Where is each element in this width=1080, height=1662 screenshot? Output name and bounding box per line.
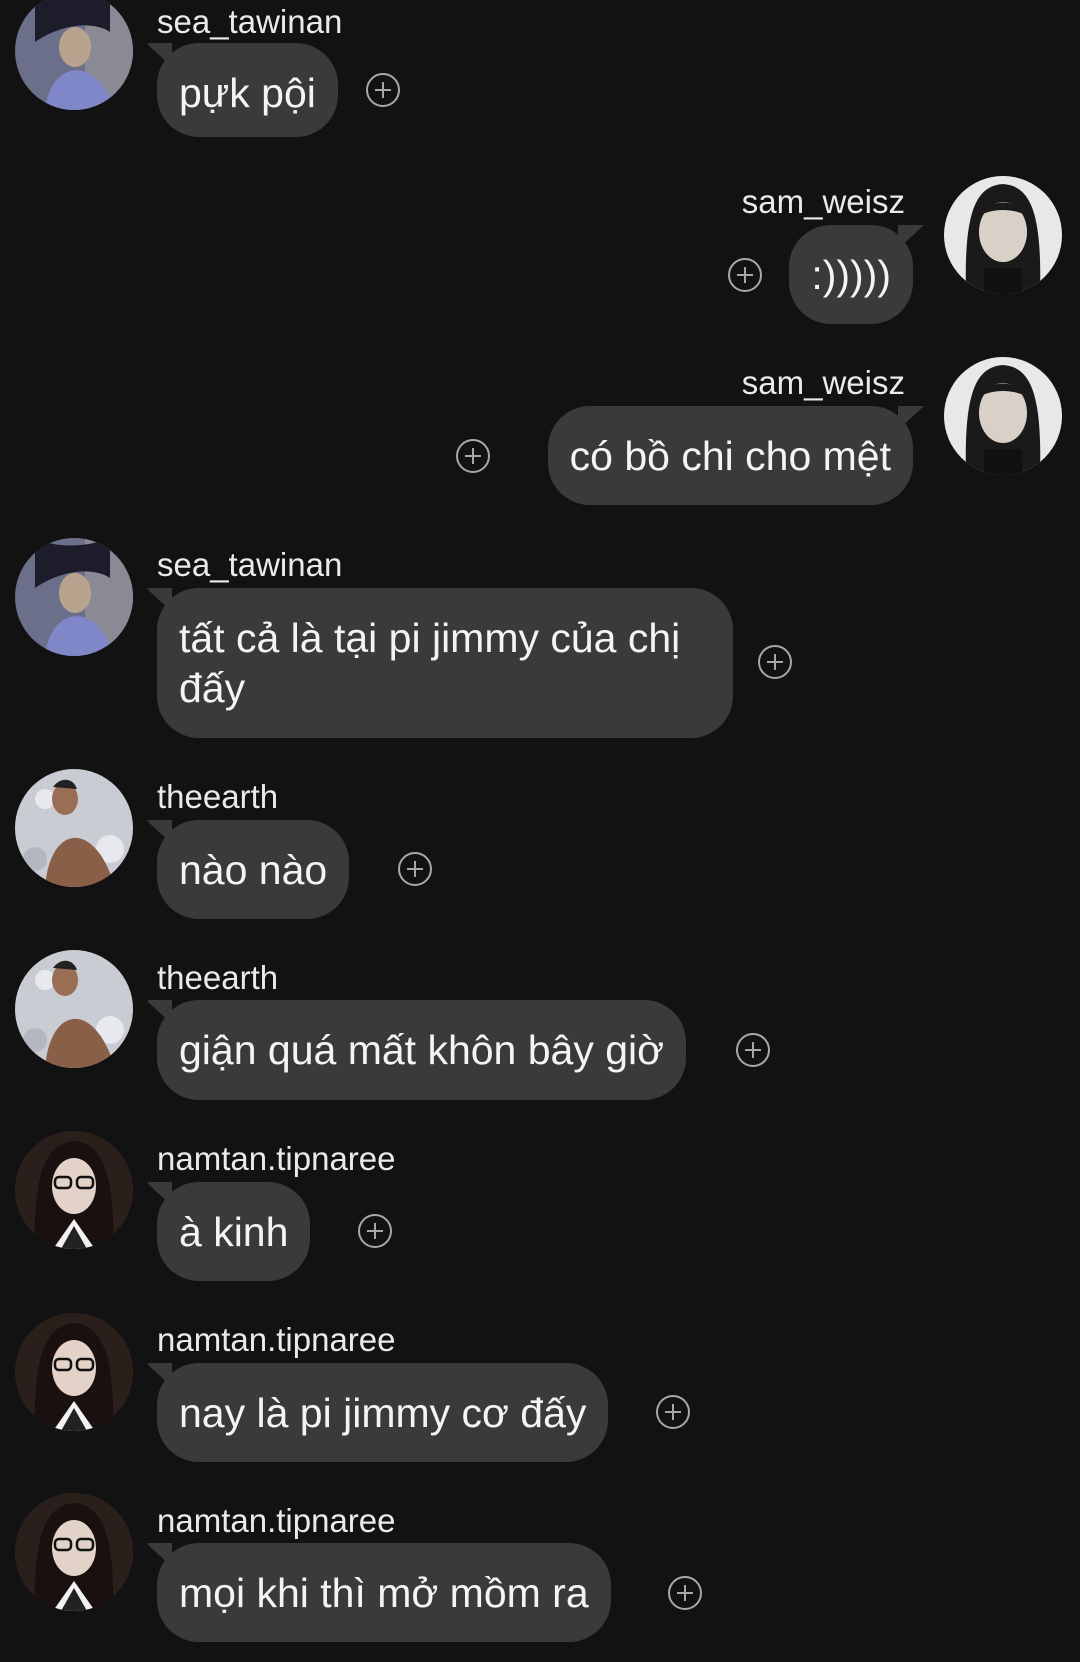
avatar[interactable] [15,1493,133,1611]
avatar-theearth-image [15,769,133,887]
avatar-sam-image [944,176,1062,294]
avatar-theearth-image [15,950,133,1068]
message-bubble[interactable]: à kinh [157,1182,311,1281]
message-bubble[interactable]: pựk pội [157,43,338,137]
avatar-namtan-image [15,1313,133,1431]
avatar[interactable] [15,769,133,887]
avatar[interactable] [944,357,1062,475]
message-bubble[interactable]: giận quá mất khôn bây giờ [157,1000,687,1100]
message-bubble[interactable]: nào nào [157,820,350,919]
avatar[interactable] [15,1313,133,1431]
avatar[interactable] [15,538,133,656]
avatar[interactable] [15,1131,133,1249]
message-bubble[interactable]: tất cả là tại pi jimmy của chị đấy [157,588,733,738]
username[interactable]: sea_tawinan [157,2,342,42]
avatar-namtan-image [15,1493,133,1611]
avatar[interactable] [15,950,133,1068]
username[interactable]: namtan.tipnaree [157,1320,396,1360]
add-reaction-icon[interactable] [758,645,792,679]
add-reaction-icon[interactable] [736,1033,770,1067]
username[interactable]: theearth [157,958,278,998]
add-reaction-icon[interactable] [668,1576,702,1610]
message-bubble[interactable]: :))))) [789,225,913,324]
avatar-namtan-image [15,1131,133,1249]
add-reaction-icon[interactable] [398,852,432,886]
username[interactable]: namtan.tipnaree [157,1139,396,1179]
username[interactable]: sam_weisz [742,363,905,403]
avatar-sea-image [15,538,133,656]
avatar[interactable] [15,0,133,110]
add-reaction-icon[interactable] [728,258,762,292]
message-bubble[interactable]: mọi khi thì mở mồm ra [157,1543,611,1642]
add-reaction-icon[interactable] [456,439,490,473]
add-reaction-icon[interactable] [656,1395,690,1429]
message-bubble[interactable]: có bồ chi cho mệt [547,406,913,505]
message-bubble[interactable]: nay là pi jimmy cơ đấy [157,1363,609,1462]
username[interactable]: namtan.tipnaree [157,1501,396,1541]
avatar-sea-image [15,0,133,110]
add-reaction-icon[interactable] [366,73,400,107]
username[interactable]: theearth [157,777,278,817]
username[interactable]: sea_tawinan [157,545,342,585]
avatar-sam-image [944,357,1062,475]
username[interactable]: sam_weisz [742,182,905,222]
avatar[interactable] [944,176,1062,294]
add-reaction-icon[interactable] [358,1214,392,1248]
